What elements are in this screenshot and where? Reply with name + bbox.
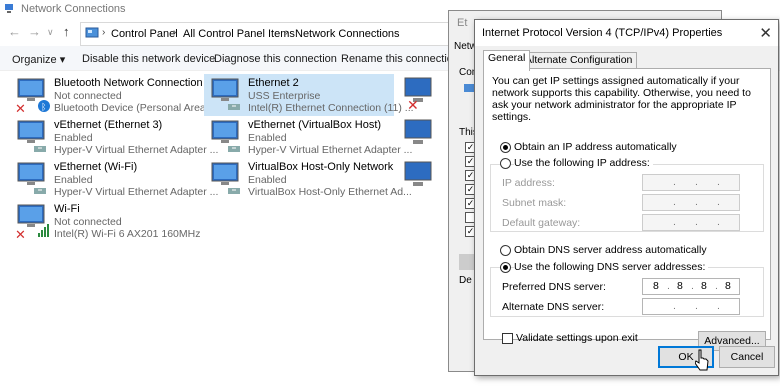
- ethernet-adapter-icon: [211, 78, 240, 110]
- ethernet-dialog-title: Et: [457, 17, 468, 29]
- cancel-button[interactable]: Cancel: [719, 346, 775, 368]
- connection-tile[interactable]: Ethernet 2 USS Enterprise Intel(R) Etherne…: [204, 74, 414, 116]
- connection-device: Intel(R) Ethernet Connection (11) ...: [248, 102, 414, 114]
- dialog-titlebar: Internet Protocol Version 4 (TCP/IPv4) P…: [475, 20, 778, 46]
- connection-name: vEthernet (VirtualBox Host): [248, 119, 382, 131]
- connection-status: Enabled: [54, 174, 93, 186]
- crumb-network-connections[interactable]: Network Connections: [295, 28, 400, 40]
- connection-tile[interactable]: ᛒ ✕ Bluetooth Network Connection Not connec…: [10, 74, 217, 116]
- ethernet-adapter-icon: [211, 162, 240, 194]
- connection-device: Hyper-V Virtual Ethernet Adapter ...: [54, 144, 219, 156]
- dns-auto-label[interactable]: Obtain DNS server address automatically: [514, 244, 707, 256]
- connection-device: Hyper-V Virtual Ethernet Adapter ...: [54, 186, 219, 198]
- crumb-separator: ›: [173, 27, 177, 38]
- ipv4-properties-dialog: Internet Protocol Version 4 (TCP/IPv4) P…: [474, 19, 779, 376]
- subnet-mask-label: Subnet mask:: [502, 197, 567, 209]
- rename-button[interactable]: Rename this connection: [341, 53, 459, 65]
- validate-checkbox[interactable]: [502, 333, 513, 344]
- octet-4: 8: [725, 280, 731, 292]
- organize-menu[interactable]: Organize ▾: [12, 53, 65, 66]
- wifi-adapter-icon: ✕: [15, 204, 49, 240]
- mouse-cursor-icon: [695, 349, 709, 371]
- connection-device: Hyper-V Virtual Ethernet Adapter ...: [248, 144, 413, 156]
- crumb-separator: ›: [102, 27, 106, 38]
- subnet-mask-field[interactable]: ...: [642, 194, 740, 211]
- connection-status: Enabled: [248, 132, 287, 144]
- address-bar[interactable]: › Control Panel › All Control Panel Item…: [80, 22, 452, 46]
- connection-device: Bluetooth Device (Personal Area ...: [54, 102, 218, 114]
- general-tab-pane: You can get IP settings assigned automat…: [483, 68, 771, 351]
- connection-status: Not connected: [54, 90, 122, 102]
- connection-tile[interactable]: vEthernet (Wi-Fi) Enabled Hyper-V Virtual …: [10, 158, 218, 200]
- ethernet-adapter-icon: [211, 120, 240, 152]
- crumb-control-panel[interactable]: Control Panel: [111, 28, 178, 40]
- info-text: You can get IP settings assigned automat…: [492, 75, 751, 123]
- connection-name: vEthernet (Wi-Fi): [54, 161, 138, 173]
- connection-tile[interactable]: VirtualBox Host-Only Network Enabled Virtu…: [204, 158, 412, 200]
- connection-name: Wi-Fi: [54, 203, 80, 215]
- ethernet-adapter-icon: [17, 162, 46, 194]
- default-gateway-label: Default gateway:: [502, 217, 581, 229]
- preferred-dns-field[interactable]: 8 . 8 . 8 . 8: [642, 278, 740, 295]
- dns-manual-radio[interactable]: [500, 262, 511, 273]
- connection-status: USS Enterprise: [248, 90, 321, 102]
- description-label: De: [459, 275, 472, 286]
- dialog-title: Internet Protocol Version 4 (TCP/IPv4) P…: [482, 27, 723, 39]
- connection-device: Intel(R) Wi-Fi 6 AX201 160MHz: [54, 228, 201, 240]
- recent-dropdown-icon[interactable]: ∨: [47, 27, 54, 38]
- svg-text:✕: ✕: [407, 98, 419, 112]
- ip-auto-label[interactable]: Obtain an IP address automatically: [514, 141, 677, 153]
- connection-tile[interactable]: vEthernet (VirtualBox Host) Enabled Hyper-…: [204, 116, 412, 158]
- connection-status: Enabled: [248, 174, 287, 186]
- connection-name: vEthernet (Ethernet 3): [54, 119, 163, 131]
- octet-1: 8: [653, 280, 659, 292]
- validate-label[interactable]: Validate settings upon exit: [516, 332, 638, 344]
- crumb-separator: ›: [285, 27, 289, 38]
- svg-text:✕: ✕: [15, 228, 26, 240]
- tab-general[interactable]: General: [483, 50, 531, 71]
- connection-name: Ethernet 2: [248, 77, 299, 89]
- forward-arrow-icon[interactable]: →: [28, 24, 41, 39]
- connection-tile[interactable]: vEthernet (Ethernet 3) Enabled Hyper-V Vir…: [10, 116, 218, 158]
- dns-manual-label[interactable]: Use the following DNS server addresses:: [514, 261, 709, 273]
- up-arrow-icon[interactable]: ↑: [63, 24, 70, 39]
- connection-device: VirtualBox Host-Only Ethernet Ad...: [248, 186, 412, 198]
- ip-manual-radio[interactable]: [500, 158, 511, 169]
- network-connections-icon: [5, 4, 13, 13]
- disable-device-button[interactable]: Disable this network device: [82, 53, 215, 65]
- bluetooth-adapter-icon: ᛒ✕: [15, 78, 50, 114]
- back-arrow-icon[interactable]: ←: [8, 24, 21, 39]
- connection-status: Not connected: [54, 216, 122, 228]
- diagnose-button[interactable]: Diagnose this connection: [214, 53, 337, 65]
- connection-tile[interactable]: ✕ Wi-Fi Not connected Intel(R) Wi-Fi 6 AX20…: [10, 200, 200, 242]
- alternate-dns-label: Alternate DNS server:: [502, 301, 605, 313]
- octet-3: 8: [701, 280, 707, 292]
- window-title: Network Connections: [21, 3, 126, 15]
- connection-name: VirtualBox Host-Only Network: [248, 161, 394, 173]
- crumb-all-items[interactable]: All Control Panel Items: [183, 28, 295, 40]
- alternate-dns-field[interactable]: ...: [642, 298, 740, 315]
- ip-manual-label[interactable]: Use the following IP address:: [514, 157, 653, 169]
- control-panel-icon: [85, 27, 99, 38]
- ethernet-adapter-icon: [17, 120, 46, 152]
- connection-name: Bluetooth Network Connection: [54, 77, 203, 89]
- preferred-dns-label: Preferred DNS server:: [502, 281, 606, 293]
- hidden-connection-icon[interactable]: ✕: [401, 74, 437, 112]
- svg-text:ᛒ: ᛒ: [41, 102, 46, 113]
- hidden-connection-icon[interactable]: [401, 116, 437, 154]
- default-gateway-field[interactable]: ...: [642, 214, 740, 231]
- dns-auto-radio[interactable]: [500, 245, 511, 256]
- svg-text:✕: ✕: [15, 102, 26, 114]
- ip-address-field[interactable]: ...: [642, 174, 740, 191]
- close-icon[interactable]: ✕: [759, 24, 772, 42]
- hidden-connection-icon[interactable]: [401, 158, 437, 196]
- connection-status: Enabled: [54, 132, 93, 144]
- octet-2: 8: [677, 280, 683, 292]
- ip-address-label: IP address:: [502, 177, 555, 189]
- ip-auto-radio[interactable]: [500, 142, 511, 153]
